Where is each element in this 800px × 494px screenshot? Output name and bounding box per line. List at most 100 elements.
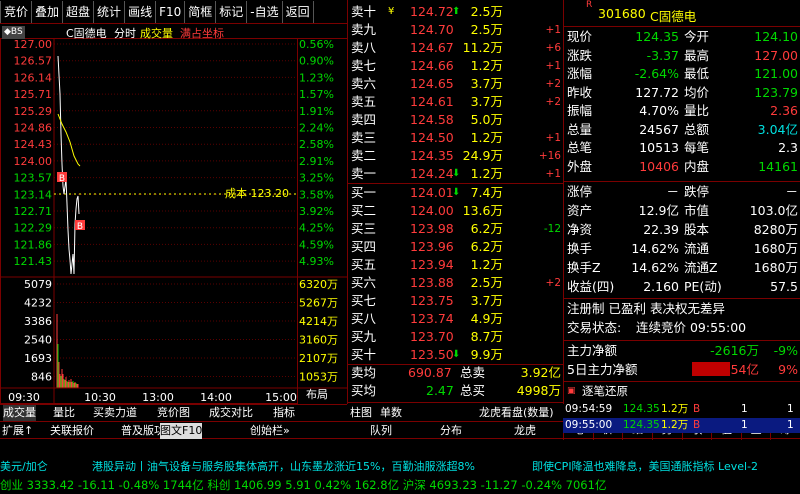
price-tick-2: 126.14 bbox=[14, 71, 53, 84]
indicator-tab-4[interactable]: 成交对比 bbox=[209, 405, 253, 421]
toolbar-button-5[interactable]: F10 bbox=[156, 1, 186, 23]
sell-level-label: 卖八 bbox=[351, 40, 377, 55]
stat-row: 总笔 10513 每笔 2.3 bbox=[564, 139, 800, 157]
trade-row[interactable]: 09:54:59 124.35 1.2万 B 1 1 bbox=[563, 402, 800, 417]
sell-order-row[interactable]: 卖三 124.50 1.2万 +1 bbox=[348, 129, 563, 147]
book-tabs: 柱图 单数 龙虎看盘(数量) bbox=[347, 402, 563, 421]
stat-label: 涨跌 bbox=[567, 47, 593, 63]
sell-level-label: 卖六 bbox=[351, 76, 377, 91]
ticker-right[interactable]: 即使CPI降温也难降息，美国通胀指标 Level-2 bbox=[532, 459, 758, 475]
sell-order-row[interactable]: 卖八 124.67 11.2万 +6 bbox=[348, 39, 563, 57]
trade-side: B bbox=[693, 419, 701, 431]
toolbar-button-6[interactable]: 简框 bbox=[185, 1, 217, 23]
stat-row: 净资 22.39 股本 8280万 bbox=[564, 221, 800, 239]
toolbar-button-7[interactable]: 标记 bbox=[216, 1, 248, 23]
sell-order-row[interactable]: 卖一 124.24 ⬇ 1.2万 +1 bbox=[348, 165, 563, 183]
toolbar-button-0[interactable]: 竞价 bbox=[0, 1, 33, 23]
buy-order-row[interactable]: 买三 123.98 6.2万 -12 bbox=[348, 220, 563, 238]
ext-tab-5[interactable]: 队列 bbox=[370, 423, 392, 439]
stat-value-2: 14161 bbox=[758, 158, 798, 174]
ext-tab-6[interactable]: 分布 bbox=[440, 423, 462, 439]
ext-tab-3[interactable]: 图文F10 bbox=[160, 423, 203, 439]
toolbar-button-3[interactable]: 统计 bbox=[94, 1, 126, 23]
sell-level-label: 卖四 bbox=[351, 112, 377, 127]
intraday-chart-panel[interactable]: 127.00 0.56% 126.57 0.90% 126.14 1.23% 125.71 1… bbox=[0, 24, 347, 404]
price-tick-3: 125.71 bbox=[14, 88, 53, 101]
stat-row: 涨幅 -2.64% 最低 121.00 bbox=[564, 65, 800, 83]
buy-order-row[interactable]: 买六 123.88 2.5万 +2 bbox=[348, 274, 563, 292]
trade-row[interactable]: 09:55:00 124.35 1.2万 B 1 1 bbox=[563, 418, 800, 433]
trade-count-a: 1 bbox=[741, 419, 748, 431]
ext-tab-1[interactable]: 关联报价 bbox=[50, 423, 94, 439]
sell-order-row[interactable]: 卖六 124.65 3.7万 +2 bbox=[348, 75, 563, 93]
stock-code[interactable]: 301680 bbox=[598, 6, 646, 21]
toolbar-button-4[interactable]: 画线 bbox=[125, 1, 157, 23]
pct-tick-11: 4.25% bbox=[299, 222, 334, 235]
sell-change: +1 bbox=[545, 60, 561, 72]
collapse-icon[interactable]: ▣ bbox=[567, 382, 576, 400]
indicator-tab-2[interactable]: 买卖力道 bbox=[93, 405, 137, 421]
ext-tab-0[interactable]: 扩展↑ bbox=[2, 423, 33, 439]
sell-price: 124.61 bbox=[410, 94, 454, 109]
buy-price: 123.50 bbox=[410, 347, 454, 362]
trace-header[interactable]: ▣ 逐笔还原 bbox=[564, 382, 800, 400]
buy-price: 123.96 bbox=[410, 239, 454, 254]
buy-order-row[interactable]: 买五 123.94 1.2万 bbox=[348, 256, 563, 274]
buy-order-row[interactable]: 买四 123.96 6.2万 bbox=[348, 238, 563, 256]
sell-order-row[interactable]: 卖九 124.70 2.5万 +1 bbox=[348, 21, 563, 39]
buy-order-row[interactable]: 买二 124.00 13.6万 bbox=[348, 202, 563, 220]
tab-order-count[interactable]: 单数 bbox=[380, 403, 402, 422]
buy-volume: 6.2万 bbox=[470, 239, 503, 254]
indicator-tab-3[interactable]: 竞价图 bbox=[157, 405, 190, 421]
down-arrow-icon: ⬇ bbox=[452, 349, 461, 360]
pct-tick-7: 2.91% bbox=[299, 155, 334, 168]
bs-badge[interactable]: ◆BS bbox=[2, 26, 25, 39]
sell-price: 124.24 bbox=[410, 166, 454, 181]
ticker-headline[interactable]: 港股异动丨油气设备与服务股集体高开，山东墨龙涨近15%，百勤油服涨超8% bbox=[92, 459, 475, 475]
toolbar-button-1[interactable]: 叠加 bbox=[32, 1, 64, 23]
news-ticker[interactable]: 美元/加仑 港股异动丨油气设备与服务股集体高开，山东墨龙涨近15%，百勤油服涨超… bbox=[0, 459, 800, 475]
stat-value: 10406 bbox=[639, 158, 679, 174]
layout-button[interactable]: 布局 bbox=[306, 388, 328, 401]
indicator-tab-1[interactable]: 量比 bbox=[53, 405, 75, 421]
toolbar-button-8[interactable]: -自选 bbox=[247, 1, 283, 23]
stock-name[interactable]: C固德电 bbox=[650, 6, 696, 25]
buy-order-row[interactable]: 买十 123.50 ⬇ 9.9万 bbox=[348, 346, 563, 364]
pct-tick-4: 1.91% bbox=[299, 105, 334, 118]
down-arrow-icon: ⬇ bbox=[452, 168, 461, 179]
sell-price: 124.65 bbox=[410, 76, 454, 91]
stats-divider-2 bbox=[564, 298, 800, 299]
coordinate-mode-label[interactable]: 满占坐标 bbox=[180, 27, 224, 40]
flow-pct: 9% bbox=[778, 362, 798, 377]
time-tick-0: 09:30 bbox=[8, 391, 40, 404]
tab-dragon-tiger[interactable]: 龙虎看盘(数量) bbox=[479, 403, 554, 422]
price-tick-1: 126.57 bbox=[14, 55, 53, 68]
capital-flow-row: 主力净额 -2616万 -9% bbox=[564, 342, 800, 360]
sell-order-row[interactable]: 卖二 124.35 24.9万 +16 bbox=[348, 147, 563, 165]
sell-order-row[interactable]: 卖五 124.61 3.7万 +2 bbox=[348, 93, 563, 111]
tab-bar-chart[interactable]: 柱图 bbox=[350, 403, 372, 422]
stat-row: 现价 124.35 今开 124.10 bbox=[564, 28, 800, 46]
buy-order-row[interactable]: 买一 124.01 ⬇ 7.4万 bbox=[348, 184, 563, 202]
stat-value: 4.70% bbox=[639, 103, 679, 118]
ext-tab-4[interactable]: 创始栏» bbox=[250, 423, 290, 439]
price-tick-5: 124.86 bbox=[14, 122, 53, 135]
quote-stats-panel: R 301680 C固德电 现价 124.35 今开 124.10 涨跌 -3.37 最高 127.… bbox=[563, 0, 800, 404]
pct-tick-3: 1.57% bbox=[299, 88, 334, 101]
indicator-tab-5[interactable]: 指标 bbox=[273, 405, 295, 421]
sell-volume: 1.2万 bbox=[470, 130, 503, 145]
indicator-tab-0[interactable]: 成交量 bbox=[3, 405, 36, 421]
buy-order-row[interactable]: 买九 123.70 8.7万 bbox=[348, 328, 563, 346]
volume-tick-5: 846 bbox=[31, 371, 52, 384]
toolbar-button-2[interactable]: 超盘 bbox=[63, 1, 95, 23]
toolbar-button-9[interactable]: 返回 bbox=[283, 1, 314, 23]
buy-order-row[interactable]: 买七 123.75 3.7万 bbox=[348, 292, 563, 310]
sell-order-row[interactable]: 卖四 124.58 5.0万 bbox=[348, 111, 563, 129]
sell-order-row[interactable]: 卖十 ¥124.72 ⬆ 2.5万 bbox=[348, 3, 563, 21]
pct-tick-10: 3.92% bbox=[299, 205, 334, 218]
buy-order-row[interactable]: 买八 123.74 4.9万 bbox=[348, 310, 563, 328]
sell-order-row[interactable]: 卖七 124.66 1.2万 +1 bbox=[348, 57, 563, 75]
ext-tab-7[interactable]: 龙虎 bbox=[514, 423, 536, 439]
sell-summary-row: 卖均 690.87 总卖 3.92亿 bbox=[348, 364, 563, 382]
intraday-chart[interactable]: 127.00 0.56% 126.57 0.90% 126.14 1.23% 125.71 1… bbox=[0, 24, 347, 404]
